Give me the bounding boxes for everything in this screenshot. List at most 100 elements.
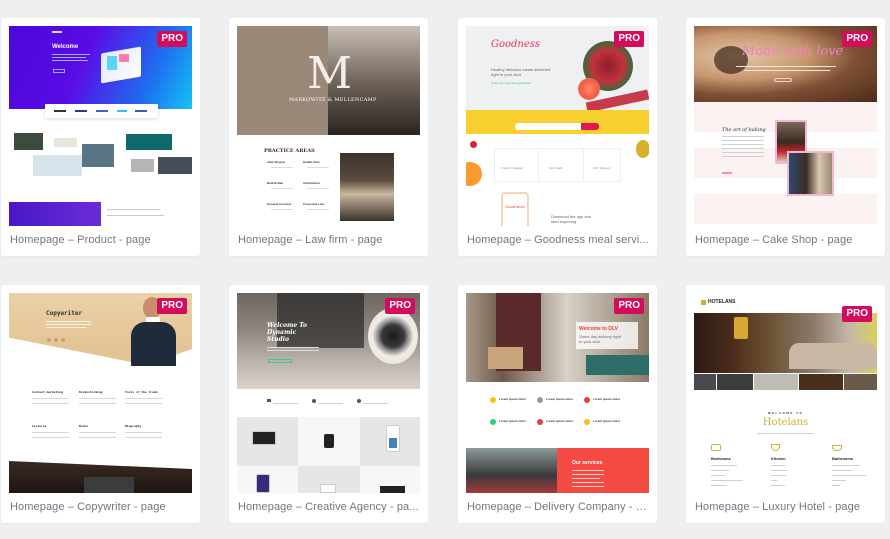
template-thumbnail[interactable]: Made with love The art of baking PRO (694, 26, 877, 226)
text-line (46, 324, 91, 325)
text-line (32, 403, 69, 404)
section-title: Practice Areas (264, 148, 315, 154)
template-card-delivery-company[interactable]: Welcome to DLV Same day delivery right t… (458, 285, 657, 523)
template-label[interactable]: Homepage – Creative Agency - pa... (238, 501, 421, 513)
feature-icon (490, 397, 496, 403)
hotel-logo-icon (701, 300, 706, 305)
template-label[interactable]: Homepage – Law firm - page (238, 234, 421, 246)
hero-heading: Welcome to DLV (579, 326, 618, 332)
text-line (79, 437, 116, 438)
person-photo (131, 322, 176, 366)
hero-button (53, 69, 65, 73)
partner-logo (117, 110, 127, 112)
tablet-mockup (320, 484, 336, 493)
gallery-thumb (799, 374, 843, 390)
template-thumbnail[interactable]: Copywriter Content marketing Brainstormi… (9, 293, 192, 493)
amenity-column-title: Bathrooms (832, 456, 854, 461)
template-card-luxury-hotel[interactable]: HOTELANS WELCOME TO Hotelans Bedrooms Ki… (686, 285, 885, 523)
template-card-creative-agency[interactable]: Welcome To Dynamic Studio PRO Homepage –… (229, 285, 428, 523)
template-card-law-firm[interactable]: M Markowitz & Mellencamp Practice Areas … (229, 18, 428, 256)
feature-icon (537, 419, 543, 425)
template-card-cake-shop[interactable]: Made with love The art of baking PRO Hom… (686, 18, 885, 256)
text-line (722, 144, 764, 145)
phone-brand: Goodness (505, 204, 525, 209)
hero-headline: Healthy delicious meals delivered right … (491, 67, 551, 77)
gallery-thumb (717, 374, 753, 390)
text-line (572, 474, 604, 475)
text-line (52, 60, 88, 61)
sofa-image (789, 343, 877, 369)
text-line (736, 66, 836, 67)
template-label[interactable]: Homepage – Copywriter - page (10, 501, 193, 513)
hotel-brand: HOTELANS (708, 299, 736, 305)
social-icon (61, 338, 65, 342)
template-thumbnail[interactable]: Welcome To Dynamic Studio PRO (237, 293, 420, 493)
text-line (832, 480, 846, 481)
template-thumbnail[interactable]: Welcome PRO (9, 26, 192, 226)
practice-area: Arbitrations (303, 181, 321, 185)
gallery-thumb (694, 374, 716, 390)
text-line (722, 152, 764, 153)
template-card-copywriter[interactable]: Copywriter Content marketing Brainstormi… (1, 285, 200, 523)
text-line (79, 398, 116, 399)
text-line (722, 156, 764, 157)
text-line (107, 215, 164, 216)
template-card-product[interactable]: Welcome PRO Homepage – Product - page (1, 18, 200, 256)
text-line (267, 347, 319, 348)
text-line (711, 475, 725, 476)
template-thumbnail[interactable]: Welcome to DLV Same day delivery right t… (466, 293, 649, 493)
monogram: M (307, 48, 353, 99)
social-icon (47, 338, 51, 342)
text-line (572, 482, 604, 483)
app-cta: Download the app and start exploring (551, 214, 592, 224)
template-grid: Welcome PRO Homepage – Product - page M … (0, 0, 890, 539)
text-line (744, 70, 830, 71)
text-line (771, 470, 787, 471)
template-card-goodness[interactable]: Goodness Healthy delicious meals deliver… (458, 18, 657, 256)
text-line (307, 209, 329, 210)
pro-badge: PRO (842, 31, 872, 47)
text-line (271, 188, 293, 189)
feature-label: Fresh & Organic (501, 166, 523, 170)
text-line (572, 486, 604, 487)
template-thumbnail[interactable]: Goodness Healthy delicious meals deliver… (466, 26, 649, 226)
text-line (771, 485, 785, 486)
section-title: The art of baking (722, 127, 766, 133)
hotel-title: Hotelans (762, 417, 809, 428)
partner-logo (135, 110, 147, 112)
bottom-banner (9, 202, 101, 226)
text-line (267, 350, 319, 351)
zip-search-band (466, 110, 649, 134)
screenshot-tile (54, 138, 77, 147)
template-label[interactable]: Homepage – Cake Shop - page (695, 234, 878, 246)
service-title: Biography (125, 424, 142, 428)
text-line (318, 403, 343, 404)
bath-icon (832, 445, 842, 451)
watch-mockup (324, 434, 334, 448)
text-line (771, 480, 777, 481)
amenity-column-title: Bedrooms (711, 456, 731, 461)
phone-mockup (256, 474, 270, 493)
text-line (32, 432, 69, 433)
template-label[interactable]: Homepage – Product - page (10, 234, 193, 246)
feature-title: Lorem Ipsum dolor (499, 397, 527, 401)
grapefruit-image (578, 78, 600, 100)
template-label[interactable]: Homepage – Delivery Company - p... (467, 501, 650, 513)
template-label[interactable]: Homepage – Goodness meal servi... (467, 234, 650, 246)
template-thumbnail[interactable]: M Markowitz & Mellencamp Practice Areas … (237, 26, 420, 226)
template-label[interactable]: Homepage – Luxury Hotel - page (695, 501, 878, 513)
kitchen-icon (771, 444, 780, 451)
text-line (572, 470, 604, 471)
laptop-image (84, 477, 134, 493)
hero-heading: Copywriter (46, 310, 83, 317)
feature-icon (537, 397, 543, 403)
feature-icon (584, 419, 590, 425)
template-thumbnail[interactable]: HOTELANS WELCOME TO Hotelans Bedrooms Ki… (694, 293, 877, 493)
text-line (771, 465, 785, 466)
pro-badge: PRO (157, 298, 187, 314)
office-image (340, 153, 394, 221)
pro-badge: PRO (157, 31, 187, 47)
passionfruit-image (636, 140, 649, 158)
feature-title: Lorem Ipsum dolor (593, 397, 621, 401)
storefront-photo (787, 151, 834, 196)
